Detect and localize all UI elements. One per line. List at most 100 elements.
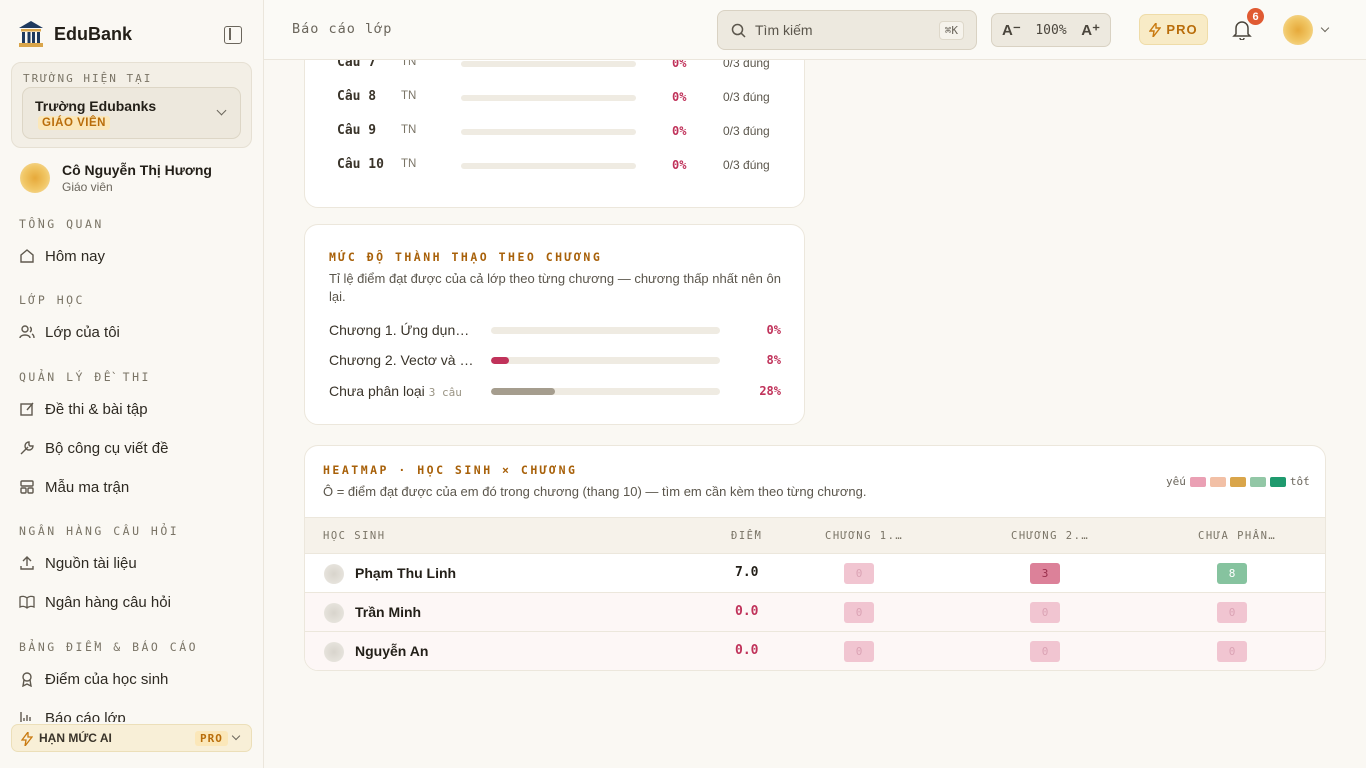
column-header-chapter-2[interactable]: CHƯƠNG 2.… (1011, 530, 1089, 542)
column-header-score[interactable]: ĐIỂM (731, 530, 762, 542)
school-building-icon (19, 21, 43, 47)
avatar (324, 642, 344, 662)
user-profile[interactable]: Cô Nguyễn Thị Hương Giáo viên (20, 162, 212, 194)
sidebar-scroll-clip: Báo cáo lớp (0, 700, 263, 722)
student-score: 0.0 (735, 604, 759, 619)
lightning-icon (21, 732, 33, 746)
question-correct: 0/3 đúng (723, 124, 770, 138)
sidebar-item-writing-tools[interactable]: Bộ công cụ viết đề (19, 437, 168, 459)
heatmap-cell[interactable]: 0 (844, 563, 874, 584)
pro-button[interactable]: PRO (1139, 14, 1208, 45)
sidebar-item-question-bank[interactable]: Ngân hàng câu hỏi (19, 591, 171, 613)
school-select[interactable]: Trường Edubanks GIÁO VIÊN (22, 87, 241, 139)
wrench-icon (19, 440, 35, 456)
chapter-percent: 28% (759, 384, 781, 398)
chapter-percent: 8% (766, 353, 781, 367)
chapter-name: Chưa phân loại 3 câu (329, 383, 477, 399)
increase-font-button[interactable]: A⁺ (1081, 21, 1100, 39)
table-row[interactable]: Trần Minh 0.0 0 0 0 (305, 593, 1325, 632)
breadcrumb: Báo cáo lớp (292, 21, 393, 37)
question-bar (461, 61, 636, 67)
nav-section-question-bank: NGÂN HÀNG CÂU HỎI (19, 524, 180, 538)
decrease-font-button[interactable]: A⁻ (1002, 21, 1021, 39)
sidebar-item-class-report[interactable]: Báo cáo lớp (19, 707, 126, 722)
collapse-sidebar-icon[interactable] (224, 26, 242, 44)
chapter-bar (491, 388, 720, 395)
question-label: Câu 10 (337, 157, 384, 172)
heatmap-cell[interactable]: 3 (1030, 563, 1060, 584)
grid-icon (19, 479, 35, 495)
role-badge: GIÁO VIÊN (38, 116, 110, 130)
question-percent: 0% (672, 90, 687, 104)
legend-swatch (1189, 476, 1206, 487)
chapter-percent: 0% (766, 323, 781, 337)
sidebar-item-today[interactable]: Hôm nay (19, 245, 105, 267)
heatmap-cell[interactable]: 8 (1217, 563, 1247, 584)
user-name: Cô Nguyễn Thị Hương (62, 162, 212, 178)
heatmap-cell[interactable]: 0 (1217, 641, 1247, 662)
users-icon (19, 324, 35, 340)
table-row[interactable]: Nguyễn An 0.0 0 0 0 (305, 632, 1325, 670)
sidebar-item-label: Điểm của học sinh (45, 670, 169, 688)
column-header-student[interactable]: HỌC SINH (323, 530, 386, 542)
heatmap-cell[interactable]: 0 (1030, 641, 1060, 662)
avatar[interactable] (1283, 15, 1313, 45)
chapter-bar (491, 357, 720, 364)
question-percent: 0% (672, 124, 687, 138)
school-name: Trường Edubanks (35, 98, 157, 114)
table-row[interactable]: Phạm Thu Linh 7.0 0 3 8 (305, 554, 1325, 593)
nav-section-classes: LỚP HỌC (19, 293, 85, 307)
brand-name: EduBank (54, 23, 133, 44)
student-name: Phạm Thu Linh (355, 565, 457, 581)
sidebar-item-label: Hôm nay (45, 247, 106, 265)
heatmap-cell[interactable]: 0 (844, 602, 874, 623)
question-label: Câu 7 (337, 60, 377, 70)
chapter-name-text: Chương 1. Ứng dụng đ… (329, 322, 477, 338)
sidebar-item-exams[interactable]: Đề thi & bài tập (19, 398, 148, 420)
upload-icon (19, 555, 35, 571)
heatmap-cell[interactable]: 0 (1030, 602, 1060, 623)
top-bar: Báo cáo lớp Tìm kiếm ⌘K A⁻ 100% A⁺ PRO 6 (264, 0, 1366, 60)
search-input[interactable]: Tìm kiếm ⌘K (717, 10, 977, 50)
avatar (20, 163, 50, 193)
legend-swatch (1209, 476, 1226, 487)
sidebar-item-label: Bộ công cụ viết đề (45, 439, 169, 457)
chapter-mastery-card: MỨC ĐỘ THÀNH THẠO THEO CHƯƠNG Tỉ lệ điểm… (304, 224, 805, 425)
sidebar-item-label: Mẫu ma trận (45, 478, 130, 496)
student-score: 7.0 (735, 565, 759, 580)
sidebar-item-matrix-templates[interactable]: Mẫu ma trận (19, 476, 129, 498)
chapter-name-text: Chương 2. Vectơ và h… (329, 352, 477, 368)
chapter-row: Chưa phân loại 3 câu 28% (329, 381, 781, 401)
sidebar-item-label: Đề thi & bài tập (45, 400, 148, 418)
ai-quota-tier: PRO (195, 731, 228, 746)
question-percent: 0% (672, 60, 687, 70)
question-type: TN (401, 158, 417, 170)
column-header-chapter-1[interactable]: CHƯƠNG 1.… (825, 530, 903, 542)
pro-label: PRO (1166, 22, 1198, 37)
edit-icon (19, 401, 35, 417)
sidebar: EduBank TRƯỜNG HIỆN TẠI Trường Edubanks … (0, 0, 264, 768)
question-correct: 0/3 đúng (723, 60, 770, 70)
chevron-down-icon[interactable] (1320, 23, 1330, 33)
sidebar-item-my-classes[interactable]: Lớp của tôi (19, 321, 120, 343)
bell-icon[interactable] (1232, 20, 1252, 40)
lightning-icon (1149, 22, 1162, 37)
sidebar-item-student-scores[interactable]: Điểm của học sinh (19, 668, 168, 690)
heatmap-cell[interactable]: 0 (844, 641, 874, 662)
legend-low: yếu (1166, 475, 1186, 488)
chapter-row: Chương 2. Vectơ và h… 8% (329, 350, 781, 370)
question-row: Câu 7 TN 0% 0/3 đúng (337, 60, 777, 73)
column-header-uncategorized[interactable]: CHƯA PHÂN… (1198, 530, 1276, 542)
sidebar-item-label: Ngân hàng câu hỏi (45, 593, 171, 611)
question-row: Câu 10 TN 0% 0/3 đúng (337, 157, 777, 175)
heatmap-cell[interactable]: 0 (1217, 602, 1247, 623)
sidebar-item-label: Lớp của tôi (45, 323, 120, 341)
search-shortcut: ⌘K (938, 21, 964, 40)
question-label: Câu 8 (337, 89, 377, 104)
question-row: Câu 9 TN 0% 0/3 đúng (337, 123, 777, 141)
brand[interactable]: EduBank (18, 20, 132, 48)
sidebar-item-sources[interactable]: Nguồn tài liệu (19, 552, 137, 574)
chevron-down-icon (231, 731, 241, 741)
question-correct: 0/3 đúng (723, 158, 770, 172)
ai-quota-button[interactable]: HẠN MỨC AI PRO (11, 724, 252, 752)
